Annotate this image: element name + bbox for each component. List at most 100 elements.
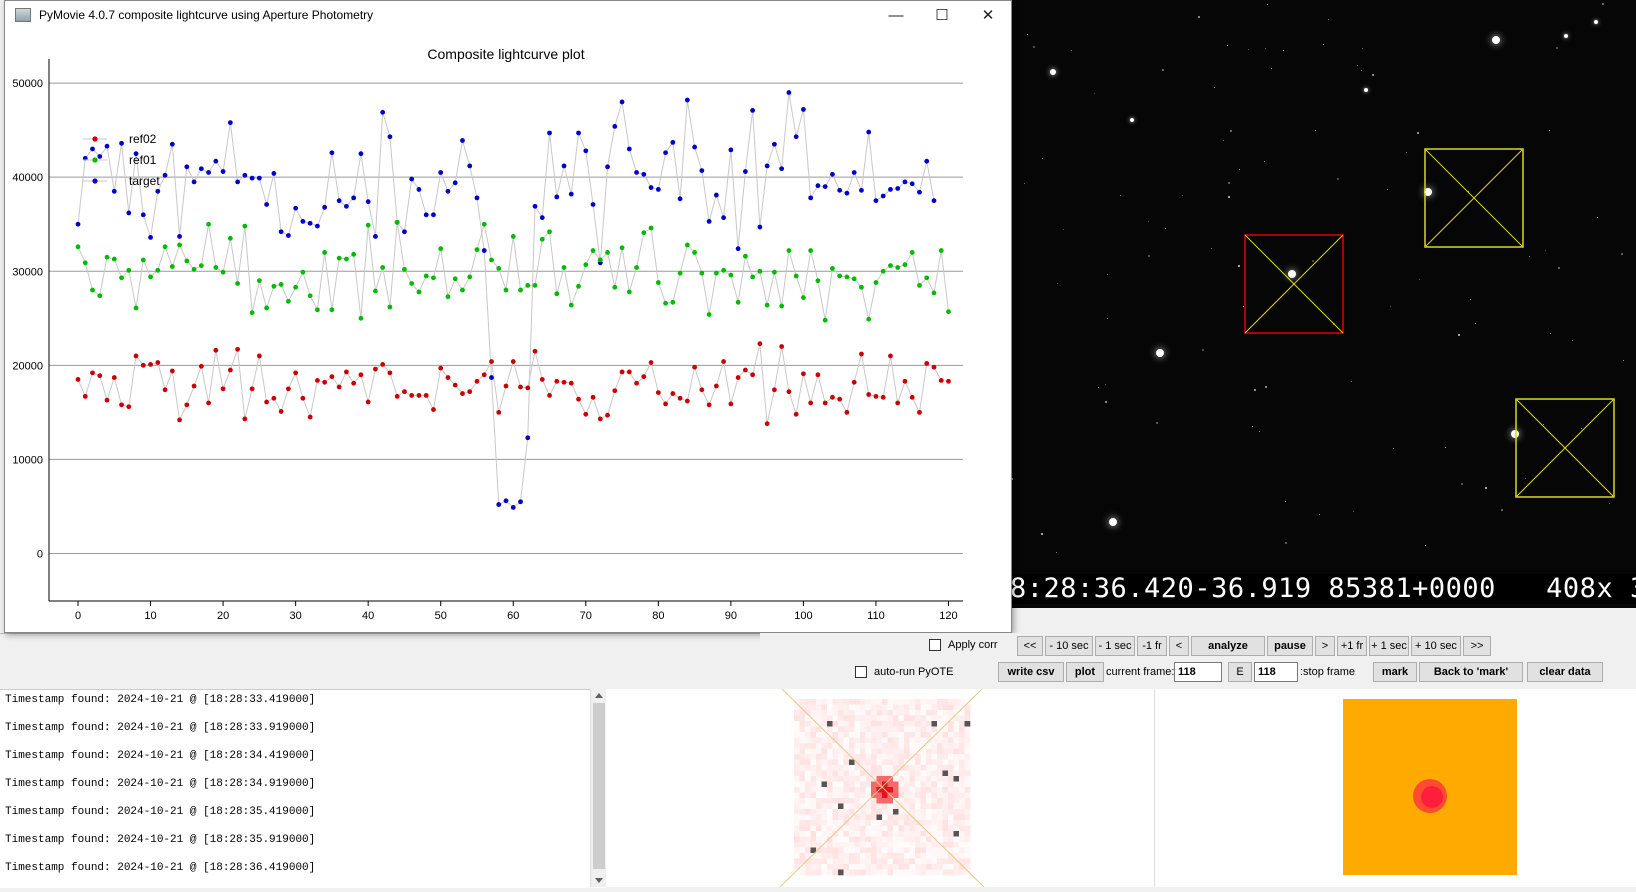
data-point-ref02 xyxy=(227,367,233,373)
y-tick-label: 20000 xyxy=(12,360,43,372)
stop-frame-input[interactable]: 118 xyxy=(1254,662,1298,682)
playback-controls: Apply corr << - 10 sec - 1 sec -1 fr < analyz… xyxy=(760,633,1636,689)
data-point-target xyxy=(554,194,560,200)
data-point-target xyxy=(518,499,523,505)
forward-1-frame-button[interactable]: +1 fr xyxy=(1337,636,1367,656)
data-point-ref02 xyxy=(837,396,843,402)
window-titlebar[interactable]: PyMovie 4.0.7 composite lightcurve using… xyxy=(5,1,1011,29)
data-point-ref01 xyxy=(873,280,879,285)
data-point-target xyxy=(808,195,814,201)
data-point-target xyxy=(104,143,110,149)
minimize-icon[interactable]: — xyxy=(873,1,919,29)
data-point-ref02 xyxy=(351,380,357,386)
data-point-ref02 xyxy=(677,395,683,401)
data-point-target xyxy=(888,187,893,192)
step-back-button[interactable]: < xyxy=(1169,636,1189,656)
auto-run-pyote-label: auto-run PyOTE xyxy=(874,666,954,678)
auto-run-pyote-checkbox[interactable] xyxy=(855,666,867,678)
data-point-target xyxy=(692,144,698,150)
data-point-target xyxy=(336,198,342,204)
faint-star xyxy=(1202,349,1204,351)
data-point-ref02 xyxy=(416,393,422,398)
data-point-target xyxy=(815,183,821,189)
write-csv-button[interactable]: write csv xyxy=(998,662,1064,682)
data-point-target xyxy=(866,129,872,135)
back-1-frame-button[interactable]: -1 fr xyxy=(1137,636,1167,656)
back-10-sec-button[interactable]: - 10 sec xyxy=(1045,636,1093,656)
log-pane[interactable]: Timestamp found: 2024-10-21 @ [18:28:33.… xyxy=(0,689,606,888)
forward-all-button[interactable]: >> xyxy=(1463,636,1491,656)
maximize-icon[interactable]: ☐ xyxy=(919,1,965,29)
plot-button[interactable]: plot xyxy=(1066,662,1104,682)
faint-star xyxy=(1390,306,1391,307)
faint-star xyxy=(1024,183,1025,184)
data-point-ref02 xyxy=(365,399,371,405)
clear-data-button[interactable]: clear data xyxy=(1527,662,1603,682)
data-point-ref01 xyxy=(358,315,364,321)
data-point-ref01 xyxy=(496,266,502,271)
data-point-ref01 xyxy=(75,244,81,250)
data-point-ref01 xyxy=(264,305,270,311)
analyze-button[interactable]: analyze xyxy=(1191,636,1265,656)
faint-star xyxy=(1265,386,1267,388)
data-point-ref01 xyxy=(583,262,589,268)
series-line-target xyxy=(77,92,935,509)
data-point-ref02 xyxy=(510,359,516,364)
data-point-ref02 xyxy=(663,401,668,407)
data-point-target xyxy=(213,158,219,164)
log-scrollbar[interactable] xyxy=(590,689,607,887)
faint-star xyxy=(1621,253,1623,255)
ref02-aperture-box[interactable] xyxy=(1515,398,1615,498)
data-point-target xyxy=(539,215,545,221)
x-tick-label: 90 xyxy=(725,610,737,622)
data-point-ref02 xyxy=(779,344,785,349)
data-point-ref01 xyxy=(460,287,465,293)
data-point-ref01 xyxy=(750,274,756,280)
back-to-mark-button[interactable]: Back to 'mark' xyxy=(1419,662,1523,682)
mark-button[interactable]: mark xyxy=(1373,662,1417,682)
data-point-ref02 xyxy=(757,341,763,347)
data-point-ref02 xyxy=(249,386,255,392)
data-point-ref02 xyxy=(213,347,219,353)
close-icon[interactable]: ✕ xyxy=(965,1,1011,29)
forward-1-sec-button[interactable]: + 1 sec xyxy=(1369,636,1409,656)
faint-star xyxy=(1165,228,1166,229)
data-point-ref01 xyxy=(764,302,770,308)
data-point-ref01 xyxy=(256,278,262,284)
apply-corr-checkbox[interactable] xyxy=(929,639,941,651)
video-frame[interactable]: 8:28:36.420-36.919 85381+0000 408x 310 xyxy=(1010,0,1636,608)
data-point-target xyxy=(191,179,197,185)
faint-star xyxy=(1211,248,1212,249)
faint-star xyxy=(1361,70,1362,71)
data-point-ref01 xyxy=(626,289,632,295)
e-button[interactable]: E xyxy=(1228,662,1252,682)
ref01-aperture-box[interactable] xyxy=(1424,148,1524,248)
target-aperture-box[interactable] xyxy=(1244,234,1344,334)
pause-button[interactable]: pause xyxy=(1267,636,1313,656)
legend-marker xyxy=(92,157,98,163)
forward-10-sec-button[interactable]: + 10 sec xyxy=(1411,636,1461,656)
data-point-ref01 xyxy=(148,274,153,280)
data-point-ref02 xyxy=(568,380,574,386)
faint-star xyxy=(1550,333,1551,334)
data-point-target xyxy=(358,151,364,157)
faint-star xyxy=(1549,130,1550,131)
data-point-ref01 xyxy=(111,256,117,262)
data-point-ref02 xyxy=(133,353,139,359)
rewind-all-button[interactable]: << xyxy=(1017,636,1043,656)
faint-star xyxy=(1558,267,1560,269)
step-forward-button[interactable]: > xyxy=(1315,636,1335,656)
back-1-sec-button[interactable]: - 1 sec xyxy=(1095,636,1135,656)
lightcurve-plot-window[interactable]: PyMovie 4.0.7 composite lightcurve using… xyxy=(4,0,1012,633)
data-point-target xyxy=(184,164,190,170)
faint-star xyxy=(1156,422,1158,424)
data-point-ref01 xyxy=(612,284,618,290)
data-point-ref02 xyxy=(909,394,915,400)
current-frame-input[interactable]: 118 xyxy=(1174,662,1222,682)
data-point-ref02 xyxy=(822,400,828,406)
legend-marker xyxy=(92,136,98,142)
data-point-ref02 xyxy=(380,361,386,367)
data-point-target xyxy=(670,139,676,145)
faint-star xyxy=(1063,229,1064,230)
data-point-ref02 xyxy=(489,359,494,364)
